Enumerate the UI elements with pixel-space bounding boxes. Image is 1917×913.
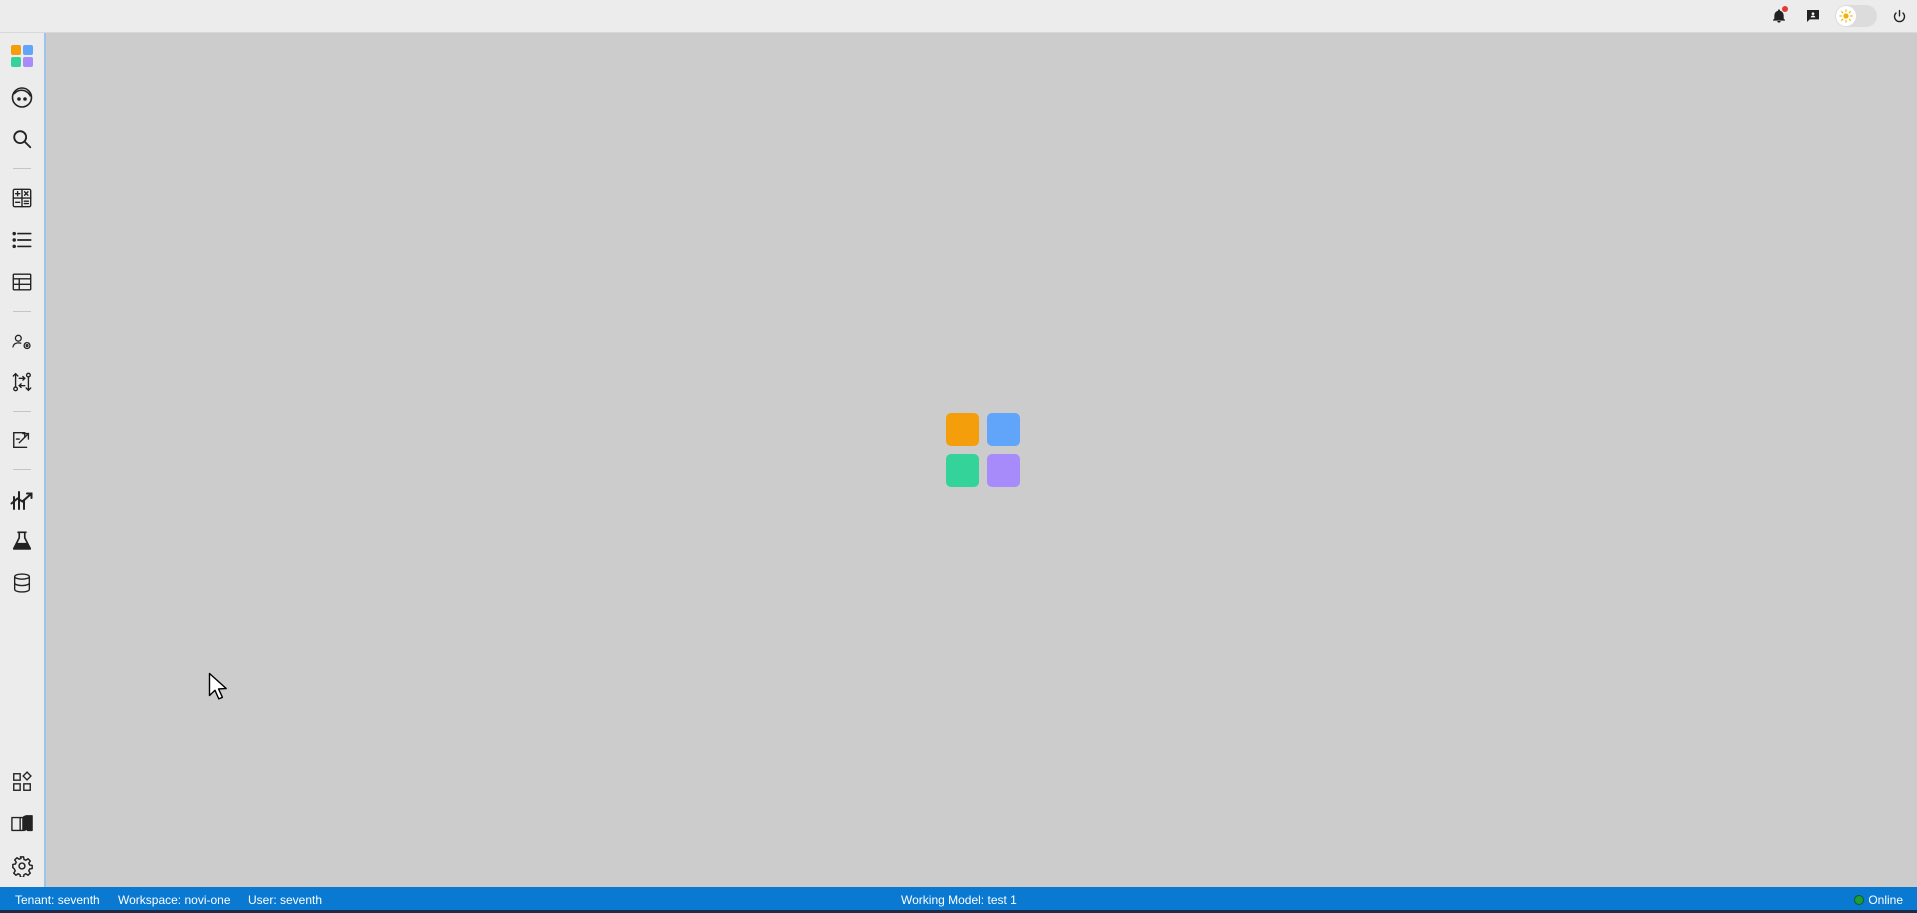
user-settings-icon <box>12 334 31 350</box>
theme-toggle[interactable] <box>1835 5 1877 27</box>
book-icon <box>11 815 33 832</box>
sidebar-item-export[interactable] <box>7 425 37 455</box>
sidebar-item-settings[interactable] <box>7 851 37 881</box>
sidebar-item-table[interactable] <box>7 267 37 297</box>
main-content <box>46 33 1917 887</box>
sidebar-divider <box>13 469 31 470</box>
sidebar-item-analytics[interactable] <box>7 484 37 514</box>
sidebar-item-database[interactable] <box>7 568 37 598</box>
workspace-label: Workspace: novi-one <box>118 893 231 907</box>
loader-tile-green <box>946 454 979 487</box>
chat-icon <box>1807 10 1819 22</box>
connection-status: Online <box>1854 893 1903 907</box>
connection-status-label: Online <box>1868 893 1903 907</box>
face-icon <box>11 87 33 108</box>
user-label: User: seventh <box>248 893 323 907</box>
tenant-label: Tenant: seventh <box>15 893 100 907</box>
gear-icon <box>12 856 33 877</box>
sidebar-item-widgets[interactable] <box>7 767 37 797</box>
workflow-icon <box>12 372 32 392</box>
export-icon <box>13 431 30 449</box>
table-icon <box>12 273 32 291</box>
online-indicator-icon <box>1854 895 1865 905</box>
loading-indicator <box>946 413 1020 487</box>
loader-tile-blue <box>987 413 1020 446</box>
database-icon <box>13 573 31 593</box>
logout-button[interactable] <box>1887 4 1911 28</box>
sidebar-item-list[interactable] <box>7 225 37 255</box>
sidebar-divider <box>13 168 31 169</box>
top-bar <box>0 0 1917 33</box>
working-model-label: Working Model: test 1 <box>901 893 1017 907</box>
search-icon <box>13 130 32 149</box>
theme-toggle-knob <box>1836 6 1856 26</box>
power-icon <box>1893 9 1905 22</box>
sidebar-item-docs[interactable] <box>7 809 37 839</box>
sidebar-item-user-settings[interactable] <box>7 326 37 356</box>
widgets-icon <box>13 771 32 791</box>
list-icon <box>12 231 32 249</box>
sidebar-item-calculator[interactable] <box>7 183 37 213</box>
sidebar-item-lab[interactable] <box>7 526 37 556</box>
calculator-icon <box>12 188 32 208</box>
sun-icon <box>1839 9 1853 23</box>
app-grid-logo-icon <box>11 45 33 67</box>
sidebar-divider <box>13 311 31 312</box>
messages-button[interactable] <box>1801 4 1825 28</box>
sidebar-item-search[interactable] <box>7 124 37 154</box>
loader-tile-purple <box>987 454 1020 487</box>
top-bar-actions <box>1767 4 1911 28</box>
sidebar <box>0 33 46 887</box>
loader-tile-orange <box>946 413 979 446</box>
sidebar-item-assistant[interactable] <box>7 82 37 112</box>
chart-icon <box>10 491 33 510</box>
status-bar: Tenant: seventh Workspace: novi-one User… <box>0 887 1917 913</box>
notification-badge <box>1782 6 1788 12</box>
sidebar-item-home[interactable] <box>7 41 37 71</box>
sidebar-item-workflow[interactable] <box>7 367 37 397</box>
sidebar-divider <box>13 411 31 412</box>
flask-icon <box>12 531 32 550</box>
notifications-button[interactable] <box>1767 4 1791 28</box>
